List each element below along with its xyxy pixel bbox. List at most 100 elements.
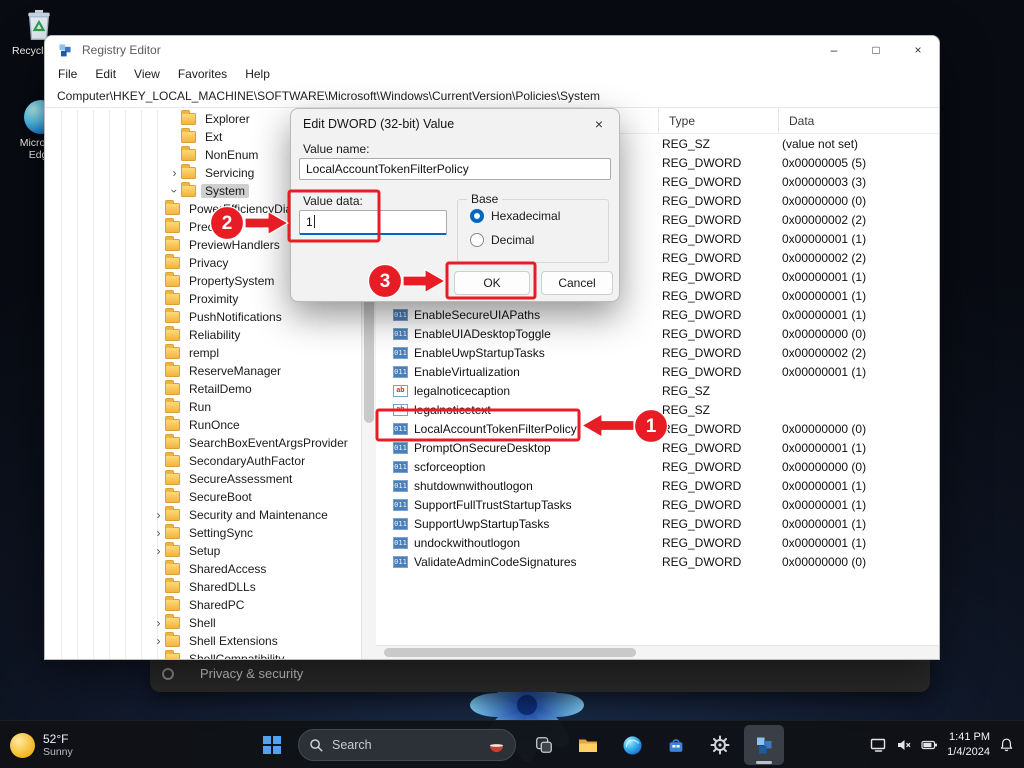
tree-item-secureboot[interactable]: SecureBoot — [45, 488, 361, 506]
value-type: REG_DWORD — [662, 231, 742, 246]
file-explorer-button[interactable] — [568, 725, 608, 765]
chevron-right-icon[interactable]: › — [152, 545, 165, 557]
cancel-button[interactable]: Cancel — [541, 271, 613, 295]
store-button[interactable] — [656, 725, 696, 765]
menu-edit[interactable]: Edit — [86, 67, 125, 81]
search-input[interactable]: Search — [298, 729, 516, 761]
value-row-shutdownwithoutlogon[interactable]: 011 shutdownwithoutlogon REG_DWORD 0x000000… — [376, 476, 939, 495]
tree-item-rempl[interactable]: rempl — [45, 344, 361, 362]
value-row-enableuwpstartuptasks[interactable]: 011 EnableUwpStartupTasks REG_DWORD 0x00000… — [376, 343, 939, 362]
tree-item-label: Reliability — [189, 328, 241, 342]
tree-item-pushnotifications[interactable]: PushNotifications — [45, 308, 361, 326]
notification-bell-icon[interactable] — [999, 737, 1014, 753]
tree-item-secondaryauthfactor[interactable]: SecondaryAuthFactor — [45, 452, 361, 470]
chevron-right-icon[interactable]: › — [152, 527, 165, 539]
value-name: EnableVirtualization — [414, 364, 520, 379]
volume-mute-icon[interactable] — [896, 737, 912, 753]
value-type: REG_DWORD — [662, 516, 742, 531]
tree-item-runonce[interactable]: RunOnce — [45, 416, 361, 434]
tree-item-settingsync[interactable]: › SettingSync — [45, 524, 361, 542]
radio-button-icon[interactable] — [470, 233, 484, 247]
chevron-down-icon[interactable]: › — [168, 185, 182, 198]
column-header-data[interactable]: Data — [778, 108, 939, 133]
tree-item-security-and-maintenance[interactable]: › Security and Maintenance — [45, 506, 361, 524]
folder-icon — [165, 632, 180, 647]
value-name: scforceoption — [414, 459, 486, 474]
value-data: 0x00000002 (2) — [782, 345, 867, 360]
value-row-supportfulltruststartuptasks[interactable]: 011 SupportFullTrustStartupTasks REG_DWORD… — [376, 495, 939, 514]
monitor-icon[interactable] — [870, 737, 887, 753]
tree-item-shell[interactable]: › Shell — [45, 614, 361, 632]
settings-nav-privacy-security[interactable]: Privacy & security — [200, 666, 303, 681]
values-horizontal-scrollbar[interactable] — [376, 645, 939, 659]
value-type: REG_DWORD — [662, 364, 742, 379]
menu-view[interactable]: View — [125, 67, 169, 81]
column-header-type[interactable]: Type — [658, 108, 778, 133]
chevron-right-icon[interactable]: › — [152, 617, 165, 629]
tree-item-run[interactable]: Run — [45, 398, 361, 416]
tree-item-setup[interactable]: › Setup — [45, 542, 361, 560]
edge-button[interactable] — [612, 725, 652, 765]
menu-file[interactable]: File — [49, 67, 86, 81]
value-row-enablesecureuiapaths[interactable]: 011 EnableSecureUIAPaths REG_DWORD 0x000000… — [376, 305, 939, 324]
value-name-input[interactable]: LocalAccountTokenFilterPolicy — [299, 158, 611, 180]
tree-item-retaildemo[interactable]: RetailDemo — [45, 380, 361, 398]
settings-button[interactable] — [700, 725, 740, 765]
value-data: 0x00000002 (2) — [782, 212, 867, 227]
value-row-promptonsecuredesktop[interactable]: 011 PromptOnSecureDesktop REG_DWORD 0x00000… — [376, 438, 939, 457]
value-row-enablevirtualization[interactable]: 011 EnableVirtualization REG_DWORD 0x000000… — [376, 362, 939, 381]
radio-decimal[interactable]: Decimal — [470, 233, 534, 247]
value-name: ValidateAdminCodeSignatures — [414, 554, 577, 569]
chevron-right-icon[interactable]: › — [168, 167, 181, 179]
task-view-button[interactable] — [524, 725, 564, 765]
value-type: REG_DWORD — [662, 155, 742, 170]
value-row-validateadmincodesignatures[interactable]: 011 ValidateAdminCodeSignatures REG_DWORD 0… — [376, 552, 939, 571]
weather-widget[interactable]: 52°F Sunny — [10, 721, 73, 768]
tree-item-reliability[interactable]: Reliability — [45, 326, 361, 344]
value-row-undockwithoutlogon[interactable]: 011 undockwithoutlogon REG_DWORD 0x00000001… — [376, 533, 939, 552]
folder-icon — [165, 524, 180, 539]
value-row-localaccounttokenfilterpolicy[interactable]: 011 LocalAccountTokenFilterPolicy REG_DWOR… — [376, 419, 939, 438]
scrollbar-thumb[interactable] — [384, 648, 636, 657]
tree-item-sharedaccess[interactable]: SharedAccess — [45, 560, 361, 578]
value-row-supportuwpstartuptasks[interactable]: 011 SupportUwpStartupTasks REG_DWORD 0x0000… — [376, 514, 939, 533]
value-data: 0x00000001 (1) — [782, 478, 867, 493]
tree-item-reservemanager[interactable]: ReserveManager — [45, 362, 361, 380]
dialog-close-icon[interactable]: × — [588, 114, 610, 134]
value-row-enableuiadesktoptoggle[interactable]: 011 EnableUIADesktopToggle REG_DWORD 0x0000… — [376, 324, 939, 343]
radio-button-selected-icon[interactable] — [470, 209, 484, 223]
value-row-legalnoticetext[interactable]: ab legalnoticetext REG_SZ — [376, 400, 939, 419]
value-data: 0x00000001 (1) — [782, 307, 867, 322]
menu-help[interactable]: Help — [236, 67, 279, 81]
start-button[interactable] — [252, 725, 292, 765]
value-data-input[interactable]: 1 — [299, 210, 447, 235]
value-data: 0x00000000 (0) — [782, 459, 867, 474]
tree-item-searchboxeventargsprovider[interactable]: SearchBoxEventArgsProvider — [45, 434, 361, 452]
tree-item-shell-extensions[interactable]: › Shell Extensions — [45, 632, 361, 650]
value-row-scforceoption[interactable]: 011 scforceoption REG_DWORD 0x00000000 (0) — [376, 457, 939, 476]
tree-item-shellcompatibility[interactable]: ShellCompatibility — [45, 650, 361, 659]
value-name: SupportFullTrustStartupTasks — [414, 497, 572, 512]
maximize-button[interactable]: □ — [855, 36, 897, 63]
folder-icon — [165, 326, 180, 341]
tree-item-shareddlls[interactable]: SharedDLLs — [45, 578, 361, 596]
ok-button[interactable]: OK — [454, 271, 530, 295]
battery-icon[interactable] — [921, 737, 938, 753]
minimize-button[interactable]: – — [813, 36, 855, 63]
menu-favorites[interactable]: Favorites — [169, 67, 236, 81]
title-bar[interactable]: Registry Editor – □ × — [45, 36, 939, 63]
close-button[interactable]: × — [897, 36, 939, 63]
registry-editor-button-active[interactable] — [744, 725, 784, 765]
tree-item-sharedpc[interactable]: SharedPC — [45, 596, 361, 614]
address-bar[interactable]: Computer\HKEY_LOCAL_MACHINE\SOFTWARE\Mic… — [45, 85, 939, 108]
taskbar-apps — [524, 725, 784, 765]
tree-item-label: Shell — [189, 616, 216, 630]
value-name: undockwithoutlogon — [414, 535, 521, 550]
value-row-legalnoticecaption[interactable]: ab legalnoticecaption REG_SZ — [376, 381, 939, 400]
chevron-right-icon[interactable]: › — [152, 635, 165, 647]
taskbar-clock[interactable]: 1:41 PM 1/4/2024 — [947, 730, 990, 760]
radio-hexadecimal[interactable]: Hexadecimal — [470, 209, 560, 223]
chevron-right-icon[interactable]: › — [152, 509, 165, 521]
tree-item-secureassessment[interactable]: SecureAssessment — [45, 470, 361, 488]
folder-icon — [165, 398, 180, 413]
